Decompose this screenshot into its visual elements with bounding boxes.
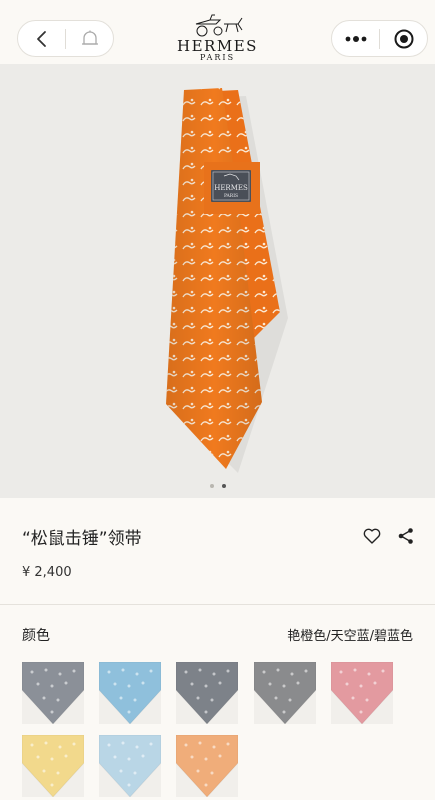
tie-label-sub: PARIS (224, 193, 238, 199)
tie-label-brand: HERMES (214, 184, 248, 192)
color-swatch-yellow[interactable] (22, 735, 84, 797)
nav-capsule-left (17, 20, 114, 57)
bell-icon (81, 30, 98, 45)
carousel-dot-1[interactable] (209, 484, 214, 488)
tie-thumbnail (176, 662, 238, 724)
heart-icon (363, 528, 381, 544)
favorite-button[interactable] (362, 526, 382, 546)
tie-thumbnail (331, 662, 393, 724)
color-swatch-slate-grey[interactable] (176, 662, 238, 724)
top-bar: HERMES PARIS (0, 0, 435, 64)
tie-thumbnail (254, 662, 316, 724)
color-swatch-light-blue[interactable] (99, 735, 161, 797)
share-icon (398, 528, 413, 544)
carriage-emblem-icon (195, 14, 243, 37)
carousel-dot-2[interactable] (221, 484, 226, 488)
tie-thumbnail (176, 735, 238, 797)
brand-logo[interactable]: HERMES PARIS (170, 12, 265, 64)
color-swatch-peach[interactable] (176, 735, 238, 797)
product-price: ¥ 2,400 (22, 565, 72, 580)
target-circle-icon (394, 29, 413, 48)
carousel-dots (0, 484, 435, 488)
tie-illustration: HERMES PARIS (166, 88, 288, 473)
tie-thumbnail (22, 662, 84, 724)
brand-city: PARIS (199, 53, 236, 62)
tie-thumbnail (22, 735, 84, 797)
color-swatch-rose[interactable] (331, 662, 393, 724)
selected-color-name: 艳橙色/天空蓝/碧蓝色 (287, 629, 413, 644)
tie-thumbnail (99, 662, 161, 724)
more-button[interactable] (332, 21, 379, 56)
tie-thumbnail (99, 735, 161, 797)
more-dots-icon (345, 35, 366, 42)
color-label: 颜色 (22, 628, 50, 644)
section-divider (0, 604, 435, 605)
back-button[interactable] (18, 21, 65, 56)
color-swatch-sky-blue[interactable] (99, 662, 161, 724)
color-swatch-grey-blue[interactable] (22, 662, 84, 724)
chevron-left-icon (36, 30, 46, 47)
close-miniprogram-button[interactable] (380, 21, 427, 56)
product-title: “松鼠击锤”领带 (22, 529, 142, 549)
nav-capsule-right (331, 20, 428, 57)
color-swatch-grey[interactable] (254, 662, 316, 724)
notification-button[interactable] (66, 21, 113, 56)
product-image[interactable]: HERMES PARIS (0, 64, 435, 498)
share-button[interactable] (396, 526, 416, 546)
